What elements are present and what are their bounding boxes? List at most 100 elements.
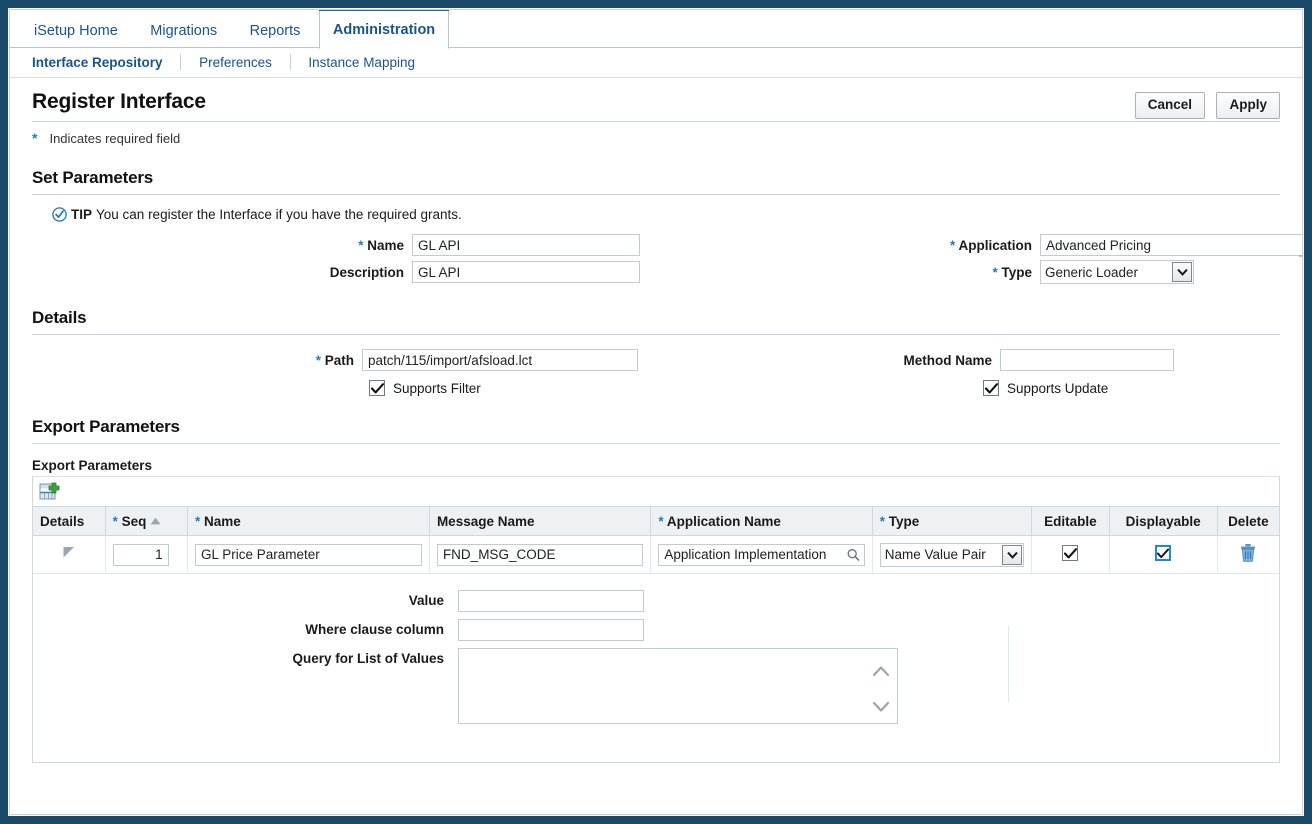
name-input[interactable] bbox=[412, 234, 640, 256]
page-header: Register Interface Cancel Apply bbox=[32, 78, 1280, 120]
query-lov-field-row: Query for List of Values bbox=[33, 648, 1279, 729]
method-name-label: Method Name bbox=[903, 352, 992, 368]
description-label: Description bbox=[329, 264, 404, 280]
details-divider bbox=[32, 334, 1280, 335]
row-delete-cell bbox=[1217, 535, 1279, 574]
tab-isetup-home[interactable]: iSetup Home bbox=[20, 11, 132, 49]
method-name-input[interactable] bbox=[1000, 349, 1174, 371]
message-name-input[interactable] bbox=[436, 543, 644, 566]
description-input[interactable] bbox=[412, 261, 640, 283]
page-action-buttons: Cancel Apply bbox=[1128, 92, 1280, 119]
detail-panel-divider bbox=[1008, 626, 1009, 702]
column-header-message-name[interactable]: Message Name bbox=[429, 507, 652, 536]
tip-text: You can register the Interface if you ha… bbox=[96, 207, 462, 222]
application-label: * Application bbox=[949, 237, 1032, 253]
type-select[interactable]: Generic Loader bbox=[1040, 260, 1194, 284]
details-heading: Details bbox=[32, 308, 87, 327]
name-field-row: * Name bbox=[232, 234, 640, 256]
set-parameters-form: * Name Description * Application bbox=[32, 230, 1302, 292]
path-field-row: * Path bbox=[232, 349, 638, 371]
supports-update-label: Supports Update bbox=[1007, 380, 1109, 396]
required-asterisk: * bbox=[32, 130, 38, 146]
where-clause-input[interactable] bbox=[458, 619, 644, 641]
where-clause-label: Where clause column bbox=[305, 622, 444, 637]
subtab-preferences[interactable]: Preferences bbox=[185, 54, 286, 72]
name-label: * Name bbox=[358, 237, 404, 253]
value-label: Value bbox=[408, 593, 444, 608]
sort-ascending-icon[interactable] bbox=[150, 513, 161, 528]
seq-input[interactable] bbox=[112, 543, 169, 566]
export-parameters-table: Details * Seq * Name Message Name * Appl… bbox=[33, 507, 1279, 574]
row-message-name-cell bbox=[429, 535, 652, 574]
trash-icon[interactable] bbox=[1239, 542, 1257, 567]
table-row: Name Value Pair bbox=[33, 535, 1279, 574]
apply-button[interactable]: Apply bbox=[1216, 92, 1280, 119]
path-input[interactable] bbox=[362, 349, 638, 371]
export-parameters-divider bbox=[32, 443, 1280, 444]
column-header-editable[interactable]: Editable bbox=[1031, 507, 1110, 536]
tab-reports[interactable]: Reports bbox=[236, 11, 315, 49]
table-toolbar bbox=[33, 477, 1279, 507]
row-editable-cell bbox=[1031, 535, 1110, 574]
tip-message: TIP You can register the Interface if yo… bbox=[52, 207, 1280, 222]
displayable-checkbox[interactable] bbox=[1155, 545, 1172, 562]
type-label: * Type bbox=[992, 264, 1032, 280]
set-parameters-heading: Set Parameters bbox=[32, 168, 153, 187]
tab-migrations[interactable]: Migrations bbox=[136, 11, 231, 49]
export-parameters-heading: Export Parameters bbox=[32, 417, 180, 436]
path-label: * Path bbox=[315, 352, 354, 368]
primary-tab-bar: iSetup Home Migrations Reports Administr… bbox=[10, 10, 1302, 49]
set-parameters-divider bbox=[32, 194, 1280, 195]
cancel-button[interactable]: Cancel bbox=[1134, 92, 1206, 119]
type-field-row: * Type Generic Loader bbox=[892, 260, 1194, 284]
secondary-tab-bar: Interface Repository Preferences Instanc… bbox=[10, 48, 1302, 78]
row-displayable-cell bbox=[1109, 535, 1218, 574]
editable-checkbox[interactable] bbox=[1062, 545, 1079, 562]
query-lov-wrapper bbox=[458, 648, 898, 729]
add-row-icon[interactable] bbox=[39, 481, 61, 503]
value-input[interactable] bbox=[458, 590, 644, 612]
column-header-details[interactable]: Details bbox=[33, 507, 106, 536]
column-header-application-name[interactable]: * Application Name bbox=[650, 507, 873, 536]
subtab-divider bbox=[180, 54, 182, 70]
row-disclosure-cell bbox=[33, 535, 106, 574]
column-header-seq[interactable]: * Seq bbox=[105, 507, 188, 536]
column-header-delete[interactable]: Delete bbox=[1217, 507, 1279, 536]
export-parameters-table-caption: Export Parameters bbox=[32, 458, 153, 473]
export-parameters-table-box: Details * Seq * Name Message Name * Appl… bbox=[32, 477, 1280, 763]
row-application-name-cell bbox=[650, 535, 873, 574]
application-field-row: * Application bbox=[892, 234, 1302, 257]
query-lov-textarea[interactable] bbox=[458, 648, 898, 724]
supports-filter-label: Supports Filter bbox=[393, 380, 481, 396]
supports-filter-row: Supports Filter bbox=[369, 380, 481, 396]
application-input[interactable] bbox=[1040, 234, 1302, 256]
where-clause-field-row: Where clause column bbox=[33, 619, 1279, 641]
required-field-text: Indicates required field bbox=[49, 131, 181, 146]
details-form: * Path Supports Filter Method Name Suppo… bbox=[32, 349, 1280, 411]
description-field-row: Description bbox=[232, 261, 640, 283]
supports-filter-checkbox[interactable] bbox=[369, 380, 385, 396]
subtab-interface-repository[interactable]: Interface Repository bbox=[32, 54, 177, 72]
column-header-type[interactable]: * Type bbox=[872, 507, 1033, 536]
query-lov-label: Query for List of Values bbox=[292, 651, 444, 666]
application-lov-wrapper bbox=[1040, 234, 1302, 257]
subtab-instance-mapping[interactable]: Instance Mapping bbox=[294, 54, 429, 72]
tab-administration[interactable]: Administration bbox=[318, 10, 450, 49]
page-content: Register Interface Cancel Apply * Indicat… bbox=[10, 78, 1302, 763]
tip-icon bbox=[52, 207, 67, 222]
subtab-divider bbox=[289, 54, 291, 70]
column-header-name[interactable]: * Name bbox=[187, 507, 430, 536]
supports-update-checkbox[interactable] bbox=[983, 380, 999, 396]
row-detail-panel: Value Where clause column Query for List… bbox=[33, 574, 1279, 762]
disclosure-expanded-icon[interactable] bbox=[61, 544, 77, 565]
parameter-type-select[interactable]: Name Value Pair bbox=[879, 542, 1025, 567]
method-name-field-row: Method Name bbox=[877, 349, 1174, 371]
application-name-input[interactable] bbox=[658, 543, 865, 566]
column-header-displayable[interactable]: Displayable bbox=[1109, 507, 1218, 536]
row-name-cell bbox=[187, 535, 430, 574]
type-select-wrapper: Generic Loader bbox=[1040, 260, 1194, 284]
parameter-name-input[interactable] bbox=[194, 543, 422, 566]
application-window: iSetup Home Migrations Reports Administr… bbox=[9, 9, 1303, 815]
required-field-note: * Indicates required field bbox=[32, 122, 1280, 146]
table-header-row: Details * Seq * Name Message Name * Appl… bbox=[33, 507, 1279, 536]
